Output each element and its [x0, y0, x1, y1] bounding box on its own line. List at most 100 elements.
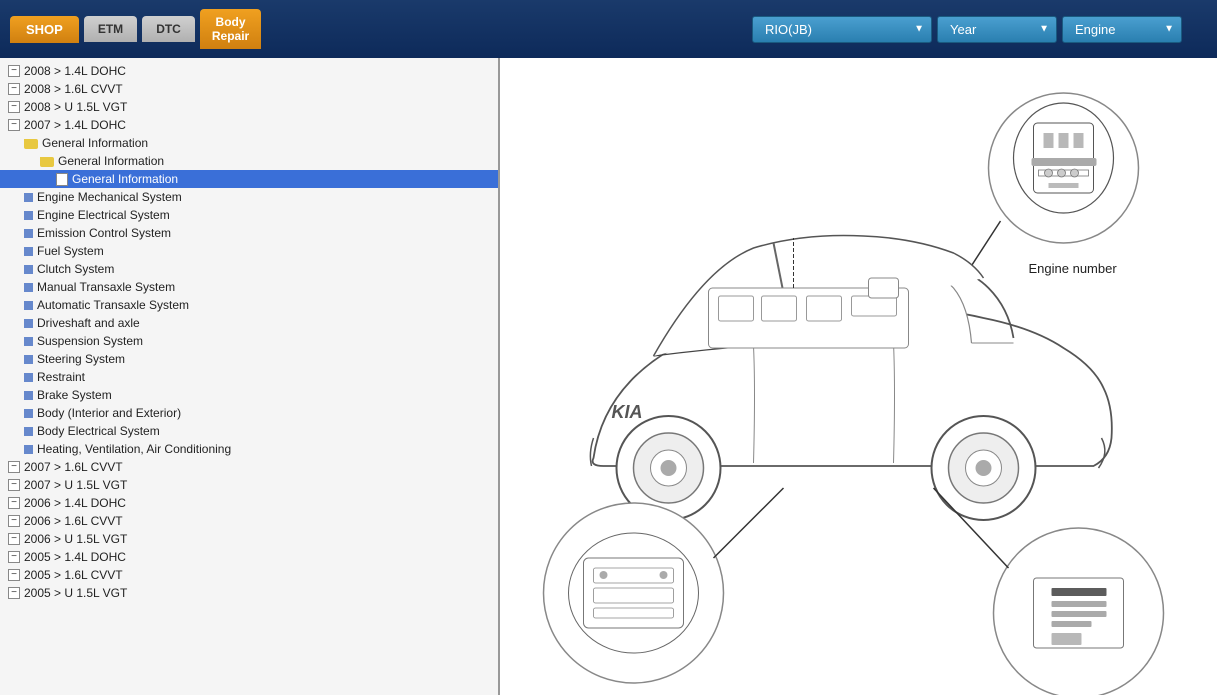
tree-item-label: Brake System	[37, 388, 112, 402]
tree-item[interactable]: General Information	[0, 170, 498, 188]
tree-item-label: 2006 > 1.6L CVVT	[24, 514, 123, 528]
item-icon	[24, 391, 33, 400]
tree-item-label: 2005 > U 1.5L VGT	[24, 586, 127, 600]
engine-dropdown-wrapper: Engine	[1062, 16, 1182, 43]
tree-item[interactable]: −2005 > 1.6L CVVT	[0, 566, 498, 584]
tree-item-label: General Information	[58, 154, 164, 168]
right-panel: Engine number	[500, 58, 1217, 695]
tree-item[interactable]: Engine Electrical System	[0, 206, 498, 224]
engine-dropdown[interactable]: Engine	[1062, 16, 1182, 43]
collapse-icon[interactable]: −	[8, 101, 20, 113]
tree-item-label: 2008 > 1.4L DOHC	[24, 64, 126, 78]
tree-item[interactable]: −2007 > U 1.5L VGT	[0, 476, 498, 494]
tree-item-label: Suspension System	[37, 334, 143, 348]
tree-item[interactable]: −2007 > 1.6L CVVT	[0, 458, 498, 476]
model-dropdown-wrapper: RIO(JB)	[752, 16, 932, 43]
collapse-icon[interactable]: −	[8, 497, 20, 509]
item-icon	[24, 193, 33, 202]
tree-item[interactable]: −2005 > U 1.5L VGT	[0, 584, 498, 602]
tree-item-label: Fuel System	[37, 244, 104, 258]
tree-item[interactable]: Fuel System	[0, 242, 498, 260]
tree-item[interactable]: Restraint	[0, 368, 498, 386]
collapse-icon[interactable]: −	[8, 83, 20, 95]
year-dropdown[interactable]: Year	[937, 16, 1057, 43]
tree-item[interactable]: Manual Transaxle System	[0, 278, 498, 296]
collapse-icon[interactable]: −	[8, 515, 20, 527]
item-icon	[24, 283, 33, 292]
car-diagram: Engine number	[500, 58, 1217, 695]
item-icon	[24, 301, 33, 310]
tree-item-label: Clutch System	[37, 262, 114, 276]
collapse-icon[interactable]: −	[8, 479, 20, 491]
tree-item[interactable]: −2005 > 1.4L DOHC	[0, 548, 498, 566]
tree-item-label: Heating, Ventilation, Air Conditioning	[37, 442, 231, 456]
tree-item[interactable]: Steering System	[0, 350, 498, 368]
tree-item-label: Restraint	[37, 370, 85, 384]
tree-item-label: 2005 > 1.6L CVVT	[24, 568, 123, 582]
tree-item[interactable]: Engine Mechanical System	[0, 188, 498, 206]
tree-item[interactable]: −2007 > 1.4L DOHC	[0, 116, 498, 134]
tree-item[interactable]: −2006 > 1.6L CVVT	[0, 512, 498, 530]
tree-item[interactable]: Emission Control System	[0, 224, 498, 242]
item-icon	[24, 355, 33, 364]
tree-item[interactable]: Body (Interior and Exterior)	[0, 404, 498, 422]
tree-item[interactable]: −2006 > U 1.5L VGT	[0, 530, 498, 548]
main-container: −2008 > 1.4L DOHC−2008 > 1.6L CVVT−2008 …	[0, 58, 1217, 695]
tree-item[interactable]: Heating, Ventilation, Air Conditioning	[0, 440, 498, 458]
tree-item[interactable]: −2008 > 1.4L DOHC	[0, 62, 498, 80]
tree-item[interactable]: Automatic Transaxle System	[0, 296, 498, 314]
tree-item-label: General Information	[42, 136, 148, 150]
tab-shop[interactable]: SHOP	[10, 16, 79, 43]
tree-item-label: Body Electrical System	[37, 424, 160, 438]
collapse-icon[interactable]: −	[8, 65, 20, 77]
tree-item-label: 2006 > 1.4L DOHC	[24, 496, 126, 510]
tree-item-label: 2005 > 1.4L DOHC	[24, 550, 126, 564]
tree-item[interactable]: General Information	[0, 134, 498, 152]
tree-item[interactable]: Clutch System	[0, 260, 498, 278]
collapse-icon[interactable]: −	[8, 461, 20, 473]
tree-item[interactable]: −2006 > 1.4L DOHC	[0, 494, 498, 512]
tree-item-label: 2008 > 1.6L CVVT	[24, 82, 123, 96]
tree-item-label: Emission Control System	[37, 226, 171, 240]
tree-item-label: Body (Interior and Exterior)	[37, 406, 181, 420]
tree-item-label: 2007 > 1.6L CVVT	[24, 460, 123, 474]
svg-text:KIA: KIA	[612, 402, 643, 422]
item-icon	[24, 337, 33, 346]
tree-item-label: Engine Mechanical System	[37, 190, 182, 204]
tree-item[interactable]: Brake System	[0, 386, 498, 404]
model-dropdown[interactable]: RIO(JB)	[752, 16, 932, 43]
tab-dtc[interactable]: DTC	[142, 16, 195, 42]
tree-item-label: 2007 > 1.4L DOHC	[24, 118, 126, 132]
year-dropdown-wrapper: Year	[937, 16, 1057, 43]
item-icon	[24, 427, 33, 436]
tree-item[interactable]: General Information	[0, 152, 498, 170]
item-icon	[24, 373, 33, 382]
collapse-icon[interactable]: −	[8, 551, 20, 563]
tree-item-label: Automatic Transaxle System	[37, 298, 189, 312]
tree-item-label: General Information	[72, 172, 178, 186]
header: SHOP ETM DTC Body Repair RIO(JB) Year En…	[0, 0, 1217, 58]
tree-item[interactable]: −2008 > 1.6L CVVT	[0, 80, 498, 98]
item-icon	[24, 409, 33, 418]
tab-body-repair[interactable]: Body Repair	[200, 9, 261, 50]
tree-item-label: Driveshaft and axle	[37, 316, 140, 330]
collapse-icon[interactable]: −	[8, 569, 20, 581]
tree-item[interactable]: −2008 > U 1.5L VGT	[0, 98, 498, 116]
folder-icon	[40, 157, 54, 167]
tree-item[interactable]: Body Electrical System	[0, 422, 498, 440]
engine-number-label: Engine number	[1029, 261, 1118, 276]
tree-item[interactable]: Driveshaft and axle	[0, 314, 498, 332]
collapse-icon[interactable]: −	[8, 533, 20, 545]
tab-etm[interactable]: ETM	[84, 16, 137, 42]
item-icon	[24, 319, 33, 328]
tree-item-label: Manual Transaxle System	[37, 280, 175, 294]
collapse-icon[interactable]: −	[8, 119, 20, 131]
left-panel[interactable]: −2008 > 1.4L DOHC−2008 > 1.6L CVVT−2008 …	[0, 58, 500, 695]
collapse-icon[interactable]: −	[8, 587, 20, 599]
tree-item-label: 2006 > U 1.5L VGT	[24, 532, 127, 546]
item-icon	[24, 229, 33, 238]
tree-item[interactable]: Suspension System	[0, 332, 498, 350]
tree-item-label: Engine Electrical System	[37, 208, 170, 222]
item-icon	[24, 211, 33, 220]
folder-icon	[24, 139, 38, 149]
